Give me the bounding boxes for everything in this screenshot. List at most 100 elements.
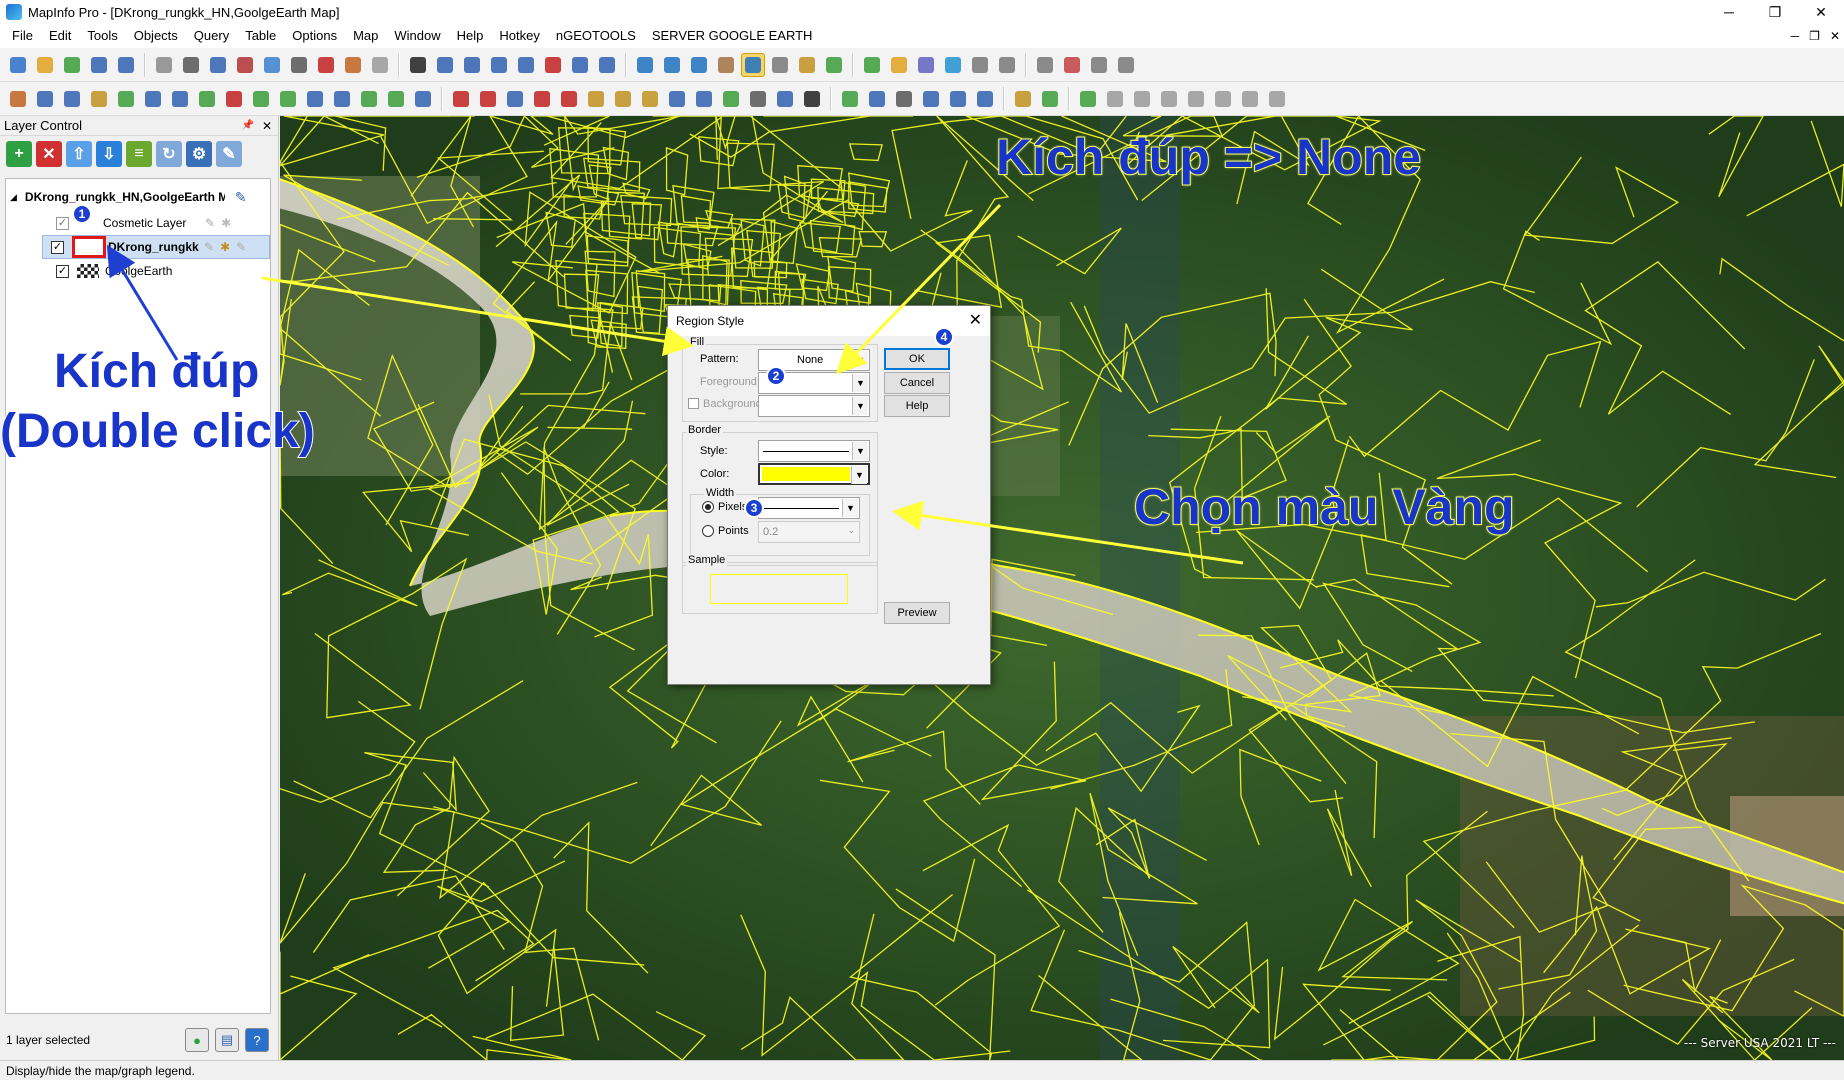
text-tool-icon[interactable] xyxy=(800,87,824,111)
crop-icon[interactable] xyxy=(946,87,970,111)
chevron-down-icon[interactable]: ⌄ xyxy=(847,525,855,536)
menu-objects[interactable]: Objects xyxy=(126,24,186,48)
close-table-icon[interactable] xyxy=(152,53,176,77)
info-icon[interactable] xyxy=(741,52,765,77)
stack-icon[interactable] xyxy=(1184,87,1208,111)
statistics-icon[interactable] xyxy=(941,53,965,77)
points-width-select[interactable]: 0.2 ⌄ xyxy=(758,521,860,543)
chevron-down-icon[interactable]: ▼ xyxy=(852,442,868,460)
region-style-icon[interactable] xyxy=(384,87,408,111)
arc-icon[interactable] xyxy=(87,87,111,111)
tool-options-icon[interactable] xyxy=(1087,53,1111,77)
open-dbms-icon[interactable] xyxy=(233,53,257,77)
chevron-down-icon[interactable]: ▼ xyxy=(852,374,868,392)
menu-help[interactable]: Help xyxy=(449,24,492,48)
print-icon[interactable] xyxy=(179,53,203,77)
house-icon[interactable] xyxy=(1238,87,1262,111)
hammer-icon[interactable] xyxy=(584,87,608,111)
background-select[interactable]: ▼ xyxy=(758,395,870,417)
menu-server-google-earth[interactable]: SERVER GOOGLE EARTH xyxy=(644,24,821,48)
pan-icon[interactable] xyxy=(714,53,738,77)
ok-button[interactable]: OK xyxy=(884,348,950,370)
polygon-select-icon[interactable] xyxy=(487,53,511,77)
mountain2-icon[interactable] xyxy=(557,87,581,111)
triangle-icon[interactable] xyxy=(476,87,500,111)
preview-button[interactable]: Preview xyxy=(884,602,950,624)
new-browser-icon[interactable] xyxy=(260,53,284,77)
zoom-in-icon[interactable] xyxy=(633,53,657,77)
tree-map-root[interactable]: ◢ DKrong_rungkk_HN,GoolgeEarth M ✎ xyxy=(10,185,247,209)
rectangle-icon[interactable] xyxy=(168,87,192,111)
frame-icon[interactable] xyxy=(249,87,273,111)
ruler-icon[interactable] xyxy=(887,53,911,77)
pixel-width-select[interactable]: ▼ xyxy=(758,497,860,519)
cancel-button[interactable]: Cancel xyxy=(884,372,950,394)
panel-close-icon[interactable]: ✕ xyxy=(262,116,272,136)
move-down-icon[interactable]: ⇩ xyxy=(96,141,122,167)
chevron-down-icon[interactable]: ▼ xyxy=(851,466,867,484)
hatch-icon[interactable] xyxy=(1157,87,1181,111)
layer-stack-icon[interactable]: ≡ xyxy=(126,141,152,167)
symbol-style-icon[interactable] xyxy=(330,87,354,111)
layer-row-googleearth[interactable]: ✓ GoolgeEarth xyxy=(56,259,172,283)
split-icon[interactable] xyxy=(638,87,662,111)
layer-list-icon[interactable]: ▤ xyxy=(215,1028,239,1052)
print-preview-icon[interactable] xyxy=(287,53,311,77)
change-view-icon[interactable] xyxy=(687,53,711,77)
apply-icon[interactable]: ● xyxy=(185,1028,209,1052)
chevron-down-icon[interactable]: ▼ xyxy=(842,499,858,517)
layer-style-swatch[interactable] xyxy=(72,236,106,258)
labels-icon[interactable]: ✎ xyxy=(236,240,246,254)
erase-icon[interactable] xyxy=(665,87,689,111)
graph-select-icon[interactable] xyxy=(595,53,619,77)
help-button[interactable]: Help xyxy=(884,395,950,417)
mdi-close-button[interactable]: ✕ xyxy=(1830,24,1840,48)
menu-ngeotools[interactable]: nGEOTOOLS xyxy=(548,24,644,48)
layer-visible-checkbox[interactable]: ✓ xyxy=(56,264,69,278)
coord-icon[interactable] xyxy=(773,87,797,111)
pin-icon[interactable]: 📌 xyxy=(241,116,253,136)
rounded-rect-icon[interactable] xyxy=(195,87,219,111)
pixels-radio[interactable] xyxy=(702,501,714,513)
mdi-restore-button[interactable]: ❐ xyxy=(1809,24,1820,48)
line-style-icon[interactable] xyxy=(357,87,381,111)
minimize-button[interactable]: ─ xyxy=(1706,0,1752,24)
reshape-icon[interactable] xyxy=(276,87,300,111)
zoom-out-icon[interactable] xyxy=(660,53,684,77)
editable-icon[interactable]: ✎ xyxy=(204,240,214,254)
layer-visible-checkbox[interactable]: ✓ xyxy=(56,216,69,230)
chevron-down-icon[interactable]: ▼ xyxy=(852,397,868,415)
selectable-icon[interactable]: ✱ xyxy=(221,216,231,230)
line-icon[interactable] xyxy=(33,87,57,111)
drag-map-icon[interactable] xyxy=(822,53,846,77)
curve-icon[interactable] xyxy=(892,87,916,111)
measure-icon[interactable] xyxy=(719,87,743,111)
help-icon[interactable]: ? xyxy=(245,1028,269,1052)
disk-icon[interactable] xyxy=(1103,87,1127,111)
polygon-icon[interactable] xyxy=(114,87,138,111)
sphere-icon[interactable] xyxy=(1038,87,1062,111)
map-window[interactable]: --- Server USA 2021 LT --- xyxy=(280,116,1844,1060)
cut-icon[interactable] xyxy=(368,53,392,77)
line-style-select[interactable]: ▼ xyxy=(758,440,870,462)
map-tool-icon[interactable] xyxy=(1060,53,1084,77)
label-icon[interactable] xyxy=(795,53,819,77)
globe-icon[interactable] xyxy=(838,87,862,111)
scale-icon[interactable] xyxy=(1114,53,1138,77)
buffer-icon[interactable] xyxy=(692,87,716,111)
symbol-icon[interactable] xyxy=(6,87,30,111)
menu-hotkey[interactable]: Hotkey xyxy=(491,24,547,48)
marquee-select-icon[interactable] xyxy=(433,53,457,77)
reshape-icon[interactable] xyxy=(995,53,1019,77)
cross-icon[interactable] xyxy=(1265,87,1289,111)
text-icon[interactable] xyxy=(222,87,246,111)
clip-region-icon[interactable] xyxy=(968,53,992,77)
editable-icon[interactable]: ✎ xyxy=(205,216,215,230)
new-icon[interactable] xyxy=(6,53,30,77)
layer-control-icon[interactable] xyxy=(860,53,884,77)
mountain-icon[interactable] xyxy=(530,87,554,111)
chevron-down-icon[interactable]: ▼ xyxy=(852,351,868,369)
table-icon[interactable] xyxy=(1011,87,1035,111)
xy-text-icon[interactable] xyxy=(973,87,997,111)
node-icon[interactable] xyxy=(865,87,889,111)
